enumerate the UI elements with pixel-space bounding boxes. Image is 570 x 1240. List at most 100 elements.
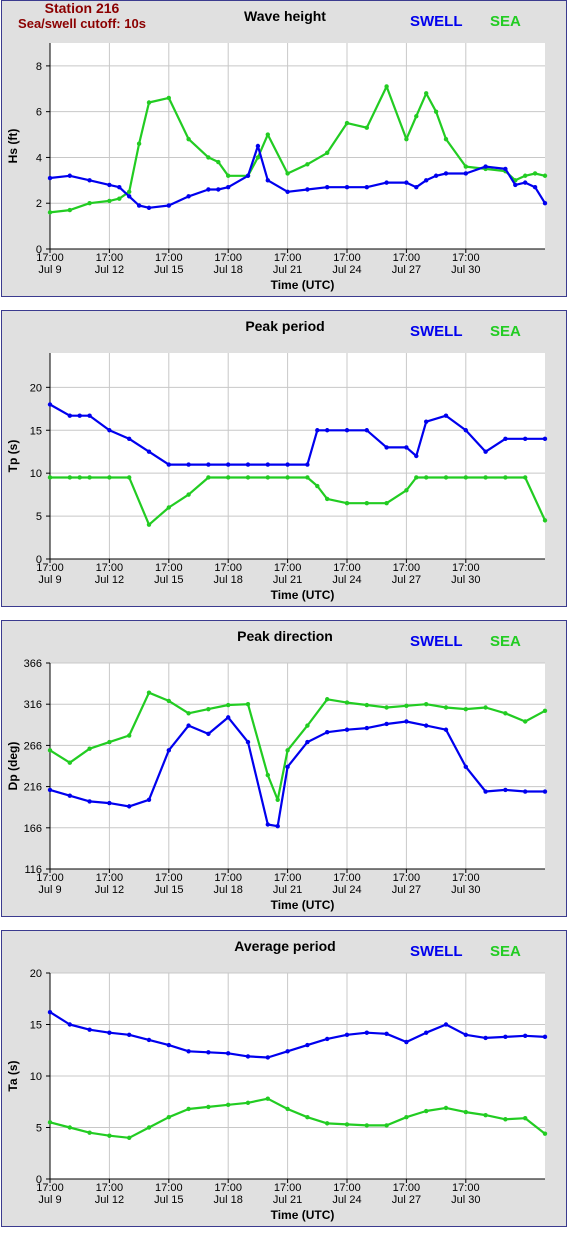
data-point-swell xyxy=(463,171,468,176)
y-tick-label: 15 xyxy=(30,425,42,437)
y-axis-label: Hs (ft) xyxy=(6,129,20,164)
data-point-swell xyxy=(186,1049,191,1054)
data-point-swell xyxy=(127,194,132,199)
data-point-sea xyxy=(483,1112,488,1118)
data-point-swell xyxy=(146,205,152,210)
data-point-sea xyxy=(226,173,231,178)
data-point-sea xyxy=(67,760,73,765)
x-tick-date: Jul 12 xyxy=(95,1194,124,1206)
data-point-swell xyxy=(226,462,231,467)
data-point-sea xyxy=(47,475,53,480)
data-point-sea xyxy=(265,475,270,480)
data-point-swell xyxy=(47,787,53,793)
data-point-sea xyxy=(443,1105,449,1111)
data-point-sea xyxy=(206,475,211,480)
data-point-swell xyxy=(483,449,488,454)
y-tick-label: 216 xyxy=(24,782,42,794)
station-name: Station 216 xyxy=(44,0,120,16)
data-point-sea xyxy=(166,505,171,510)
data-point-swell xyxy=(67,173,73,178)
data-point-swell xyxy=(384,445,389,450)
x-tick-time: 17:00 xyxy=(214,562,242,574)
data-point-sea xyxy=(433,109,439,114)
data-point-swell xyxy=(166,1042,171,1048)
legend-swell: SWELL xyxy=(410,943,463,960)
data-point-sea xyxy=(47,1120,53,1125)
data-point-swell xyxy=(443,171,449,176)
data-point-sea xyxy=(107,475,112,480)
data-point-sea xyxy=(146,690,152,695)
data-point-sea xyxy=(265,132,270,137)
data-point-swell xyxy=(226,1051,231,1056)
chart-panel-peak-direction: 116 166 216 266 316 366 17:00 Jul 9 17:00 Jul 12 1… xyxy=(1,620,567,917)
data-point-swell xyxy=(127,804,132,809)
data-point-swell xyxy=(404,445,409,450)
data-point-sea xyxy=(503,475,508,480)
y-axis-label: Dp (deg) xyxy=(6,742,20,791)
data-point-swell xyxy=(503,166,508,172)
data-point-sea xyxy=(255,155,261,160)
x-tick-date: Jul 30 xyxy=(451,264,480,276)
data-point-sea xyxy=(226,475,231,480)
data-point-swell xyxy=(305,1042,310,1048)
plot-area xyxy=(50,43,545,249)
data-point-sea xyxy=(523,719,528,724)
data-point-swell xyxy=(404,1039,409,1045)
data-point-sea xyxy=(344,501,350,506)
data-point-sea xyxy=(424,1108,429,1114)
data-point-swell xyxy=(364,1030,369,1035)
data-point-sea xyxy=(275,797,280,802)
data-point-sea xyxy=(206,155,211,160)
data-point-sea xyxy=(87,746,92,751)
data-point-swell xyxy=(265,178,270,183)
y-tick-label: 20 xyxy=(30,968,42,980)
y-axis-label: Ta (s) xyxy=(6,1060,20,1091)
data-point-swell xyxy=(87,799,92,804)
data-point-sea xyxy=(344,1122,350,1127)
data-point-swell xyxy=(414,185,419,190)
data-point-sea xyxy=(542,708,548,713)
data-point-sea xyxy=(424,91,429,96)
data-point-sea xyxy=(186,1106,191,1112)
x-tick-date: Jul 27 xyxy=(392,884,421,896)
data-point-swell xyxy=(136,203,142,208)
data-point-swell xyxy=(325,185,330,190)
data-point-sea xyxy=(364,125,369,130)
data-point-sea xyxy=(285,1106,290,1112)
data-point-swell xyxy=(206,731,211,737)
y-tick-label: 166 xyxy=(24,823,42,835)
data-point-swell xyxy=(107,800,112,806)
data-point-swell xyxy=(384,1031,389,1036)
x-tick-time: 17:00 xyxy=(214,872,242,884)
data-point-swell xyxy=(503,787,508,793)
data-point-sea xyxy=(325,496,330,502)
data-point-sea xyxy=(186,136,191,142)
x-tick-date: Jul 21 xyxy=(273,574,302,586)
data-point-sea xyxy=(226,702,231,708)
legend-swell: SWELL xyxy=(410,13,463,30)
data-point-sea xyxy=(364,501,369,506)
data-point-swell xyxy=(226,715,231,720)
data-point-swell xyxy=(186,194,191,199)
x-tick-date: Jul 24 xyxy=(332,264,361,276)
data-point-sea xyxy=(107,198,112,204)
data-point-sea xyxy=(315,483,320,489)
x-axis-label: Time (UTC) xyxy=(271,1208,335,1222)
data-point-sea xyxy=(186,492,191,497)
data-point-sea xyxy=(404,1115,409,1120)
data-point-sea xyxy=(305,162,310,167)
data-point-swell xyxy=(67,793,73,798)
data-point-swell xyxy=(47,175,53,181)
data-point-swell xyxy=(206,1050,211,1055)
data-point-swell xyxy=(344,1032,350,1037)
data-point-swell xyxy=(127,436,132,442)
y-tick-label: 2 xyxy=(36,198,42,210)
data-point-swell xyxy=(424,178,429,183)
x-tick-date: Jul 9 xyxy=(38,1194,61,1206)
data-point-sea xyxy=(146,1125,152,1130)
x-axis-label: Time (UTC) xyxy=(271,588,335,602)
data-point-swell xyxy=(265,822,270,827)
x-tick-date: Jul 18 xyxy=(214,264,243,276)
data-point-sea xyxy=(67,1125,73,1130)
x-tick-time: 17:00 xyxy=(274,562,302,574)
